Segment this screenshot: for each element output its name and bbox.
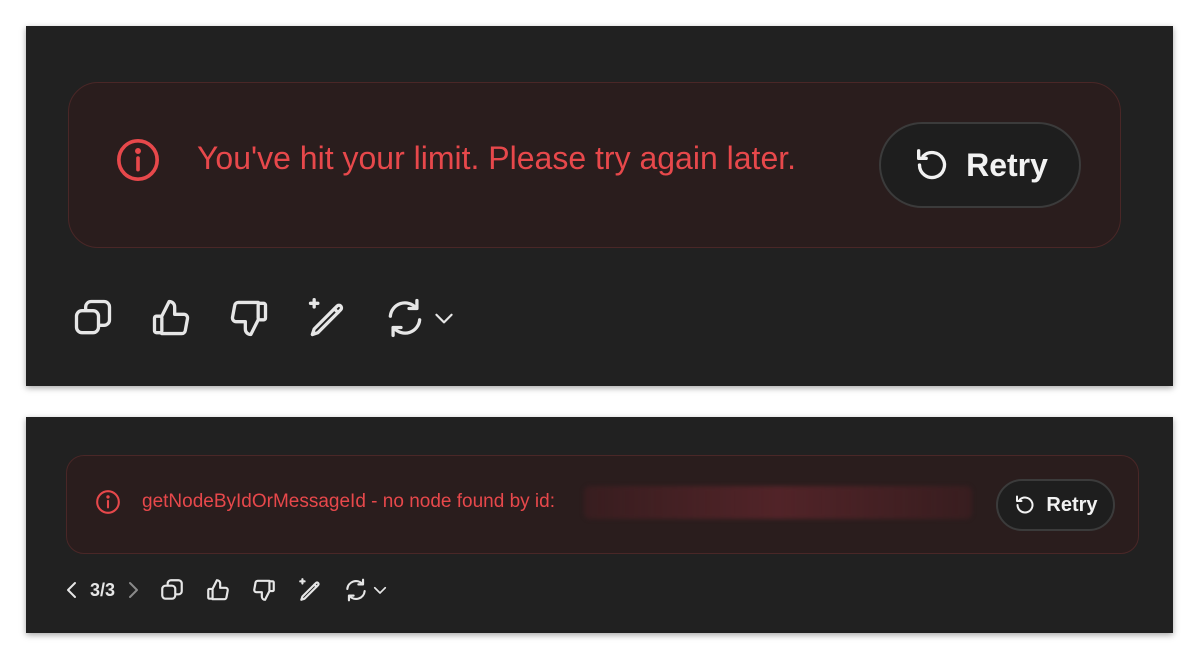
message-actions: 3/3 — [64, 577, 409, 603]
response-pager: 3/3 — [64, 579, 141, 601]
thumbs-up-icon[interactable] — [149, 296, 193, 340]
error-message: getNodeByIdOrMessageId - no node found b… — [142, 491, 555, 512]
info-icon — [96, 490, 120, 514]
regenerate-icon[interactable] — [343, 577, 369, 603]
thumbs-up-icon[interactable] — [205, 577, 231, 603]
error-banner: getNodeByIdOrMessageId - no node found b… — [66, 455, 1139, 554]
copy-icon[interactable] — [159, 577, 185, 603]
edit-sparkle-icon[interactable] — [297, 577, 323, 603]
error-message: You've hit your limit. Please try again … — [197, 140, 797, 176]
pager-count: 3/3 — [90, 579, 116, 600]
chevron-down-icon[interactable] — [431, 305, 457, 331]
retry-label: Retry — [1046, 493, 1098, 516]
chevron-down-icon[interactable] — [371, 581, 389, 599]
retry-label: Retry — [966, 146, 1048, 183]
response-panel-2: getNodeByIdOrMessageId - no node found b… — [26, 417, 1173, 633]
redacted-id — [584, 486, 972, 519]
message-actions — [71, 296, 491, 340]
retry-button[interactable]: Retry — [879, 122, 1081, 208]
thumbs-down-icon[interactable] — [251, 577, 277, 603]
edit-sparkle-icon[interactable] — [305, 296, 349, 340]
chevron-right-icon[interactable] — [125, 579, 141, 601]
copy-icon[interactable] — [71, 296, 115, 340]
regenerate-icon[interactable] — [383, 296, 427, 340]
retry-icon — [917, 149, 947, 180]
retry-icon — [1016, 495, 1034, 514]
error-banner: You've hit your limit. Please try again … — [68, 82, 1121, 248]
thumbs-down-icon[interactable] — [227, 296, 271, 340]
response-panel-1: You've hit your limit. Please try again … — [26, 26, 1173, 386]
retry-button[interactable]: Retry — [996, 479, 1115, 531]
info-icon — [117, 139, 159, 181]
chevron-left-icon[interactable] — [64, 579, 80, 601]
